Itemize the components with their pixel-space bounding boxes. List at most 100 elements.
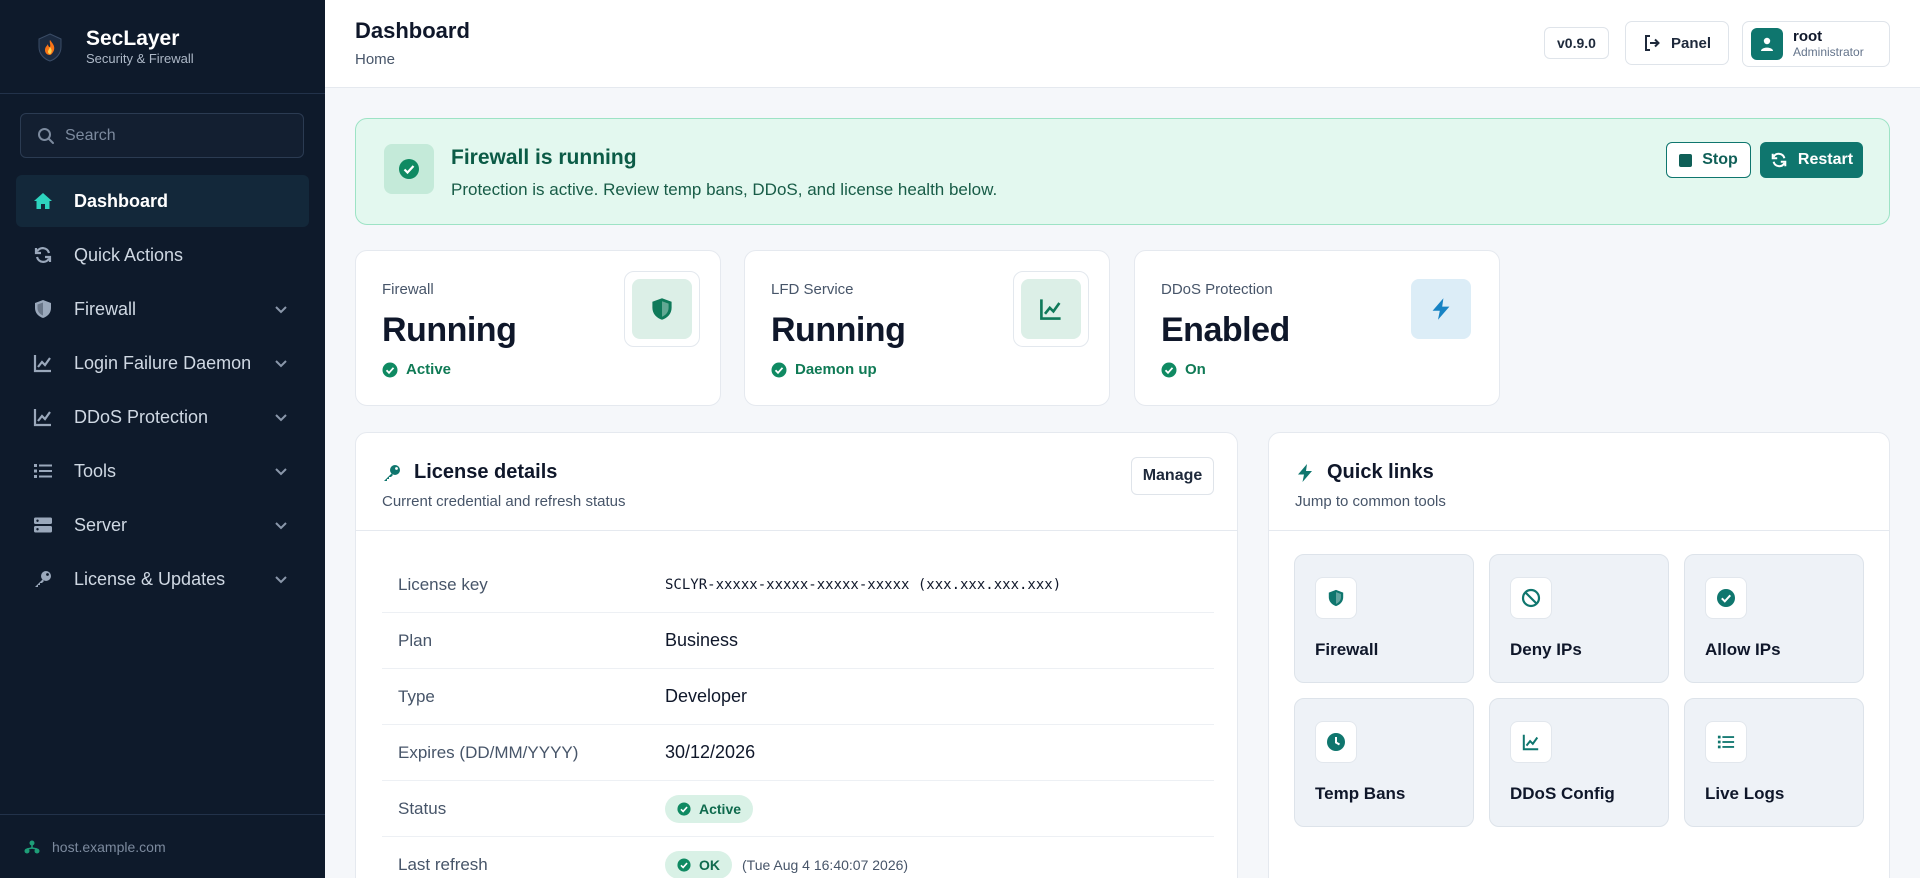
panel-button[interactable]: Panel	[1625, 21, 1729, 65]
chart-icon	[32, 406, 54, 428]
stat-status: Daemon up	[771, 361, 877, 378]
sidebar-item-license[interactable]: License & Updates	[16, 553, 309, 605]
breadcrumb[interactable]: Home	[355, 51, 395, 68]
check-circle-icon	[677, 858, 691, 872]
license-key-value: SCLYR-xxxxx-xxxxx-xxxxx-xxxxx (xxx.xxx.x…	[665, 576, 1062, 593]
license-table: License key SCLYR-xxxxx-xxxxx-xxxxx-xxxx…	[382, 557, 1214, 878]
ban-icon	[1510, 577, 1552, 619]
alert-description: Protection is active. Review temp bans, …	[451, 180, 998, 199]
list-icon	[1705, 721, 1747, 763]
license-details-card: License details Current credential and r…	[355, 432, 1238, 878]
divider	[356, 530, 1237, 531]
quick-link-ddos-config[interactable]: DDoS Config	[1489, 698, 1669, 827]
chart-icon	[1510, 721, 1552, 763]
home-icon	[32, 190, 54, 212]
search-box[interactable]	[20, 113, 304, 158]
search-icon	[38, 127, 54, 144]
key-icon	[384, 464, 400, 481]
brand[interactable]: SecLayer Security & Firewall	[0, 0, 325, 94]
user-icon	[1761, 37, 1773, 51]
check-circle-icon	[1705, 577, 1747, 619]
shield-check-icon	[652, 298, 672, 320]
quick-links-title: Quick links	[1295, 461, 1434, 484]
row-key: Plan	[398, 630, 433, 650]
chevron-down-icon	[275, 576, 287, 584]
check-circle-icon	[384, 144, 434, 194]
flame-logo-icon	[34, 31, 66, 63]
chevron-down-icon	[275, 414, 287, 422]
refresh-status-badge: OK	[665, 851, 732, 878]
sidebar-item-server[interactable]: Server	[16, 499, 309, 551]
table-row: License key SCLYR-xxxxx-xxxxx-xxxxx-xxxx…	[382, 557, 1214, 613]
manage-button[interactable]: Manage	[1131, 457, 1214, 495]
sidebar-item-quick-actions[interactable]: Quick Actions	[16, 229, 309, 281]
check-circle-icon	[382, 362, 398, 377]
quick-link-firewall[interactable]: Firewall	[1294, 554, 1474, 683]
sidebar-item-lfd[interactable]: Login Failure Daemon	[16, 337, 309, 389]
restart-button-label: Restart	[1797, 151, 1854, 168]
quick-link-allow-ips[interactable]: Allow IPs	[1684, 554, 1864, 683]
network-icon	[24, 840, 40, 853]
row-key: Expires (DD/MM/YYYY)	[398, 742, 579, 762]
bolt-icon	[1432, 298, 1450, 320]
server-icon	[32, 514, 54, 536]
shield-icon	[32, 298, 54, 320]
quick-link-label: Live Logs	[1705, 784, 1785, 803]
key-icon	[32, 568, 54, 590]
table-row: Type Developer	[382, 669, 1214, 725]
sign-out-icon	[1644, 35, 1660, 51]
alert-title: Firewall is running	[451, 146, 637, 169]
bolt-icon	[1298, 463, 1312, 482]
stop-icon	[1679, 153, 1693, 167]
brand-title: SecLayer	[86, 26, 180, 50]
refresh-icon	[32, 244, 54, 266]
sidebar-item-tools[interactable]: Tools	[16, 445, 309, 497]
quick-link-temp-bans[interactable]: Temp Bans	[1294, 698, 1474, 827]
stat-value: Enabled	[1161, 311, 1290, 349]
sidebar-item-dashboard[interactable]: Dashboard	[16, 175, 309, 227]
chart-icon	[1040, 299, 1061, 320]
clock-icon	[1315, 721, 1357, 763]
chevron-down-icon	[275, 306, 287, 314]
table-row: Status Active	[382, 781, 1214, 837]
stat-status: Active	[382, 361, 451, 378]
quick-link-label: Deny IPs	[1510, 640, 1582, 659]
quick-link-deny-ips[interactable]: Deny IPs	[1489, 554, 1669, 683]
quick-link-label: DDoS Config	[1510, 784, 1615, 803]
shield-icon	[1315, 577, 1357, 619]
stat-icon-box	[1013, 271, 1089, 347]
stat-card-ddos: DDoS Protection Enabled On	[1134, 250, 1500, 406]
row-key: Last refresh	[398, 855, 488, 874]
table-row: Expires (DD/MM/YYYY) 30/12/2026	[382, 725, 1214, 781]
list-icon	[32, 460, 54, 482]
host-name: host.example.com	[52, 838, 166, 855]
sidebar-nav: Dashboard Quick Actions Firewall Login F…	[16, 175, 309, 607]
quick-link-label: Allow IPs	[1705, 640, 1781, 659]
user-menu[interactable]: root Administrator	[1742, 21, 1890, 67]
row-key: Type	[398, 686, 435, 706]
restart-button[interactable]: Restart	[1760, 142, 1863, 178]
stop-button-label: Stop	[1702, 151, 1738, 168]
sidebar-item-ddos[interactable]: DDoS Protection	[16, 391, 309, 443]
quick-link-label: Firewall	[1315, 640, 1379, 659]
type-value: Developer	[665, 686, 748, 706]
sidebar-item-label: Tools	[74, 460, 117, 481]
firewall-status-alert: Firewall is running Protection is active…	[355, 118, 1890, 225]
sidebar-item-label: Server	[74, 514, 128, 535]
stat-icon-box	[624, 271, 700, 347]
panel-button-label: Panel	[1670, 34, 1712, 52]
quick-link-live-logs[interactable]: Live Logs	[1684, 698, 1864, 827]
stop-button[interactable]: Stop	[1666, 142, 1751, 178]
chevron-down-icon	[275, 468, 287, 476]
license-title: License details	[382, 461, 557, 484]
check-circle-icon	[771, 362, 787, 377]
sidebar-item-label: Login Failure Daemon	[74, 352, 252, 373]
sidebar: SecLayer Security & Firewall Dashboard Q…	[0, 0, 325, 878]
sidebar-item-firewall[interactable]: Firewall	[16, 283, 309, 335]
stat-label: Firewall	[382, 281, 434, 298]
search-input[interactable]	[65, 126, 285, 145]
stat-card-lfd: LFD Service Running Daemon up	[744, 250, 1110, 406]
chevron-down-icon	[275, 360, 287, 368]
quick-links-subtitle: Jump to common tools	[1295, 493, 1446, 510]
user-name: root	[1793, 28, 1823, 45]
